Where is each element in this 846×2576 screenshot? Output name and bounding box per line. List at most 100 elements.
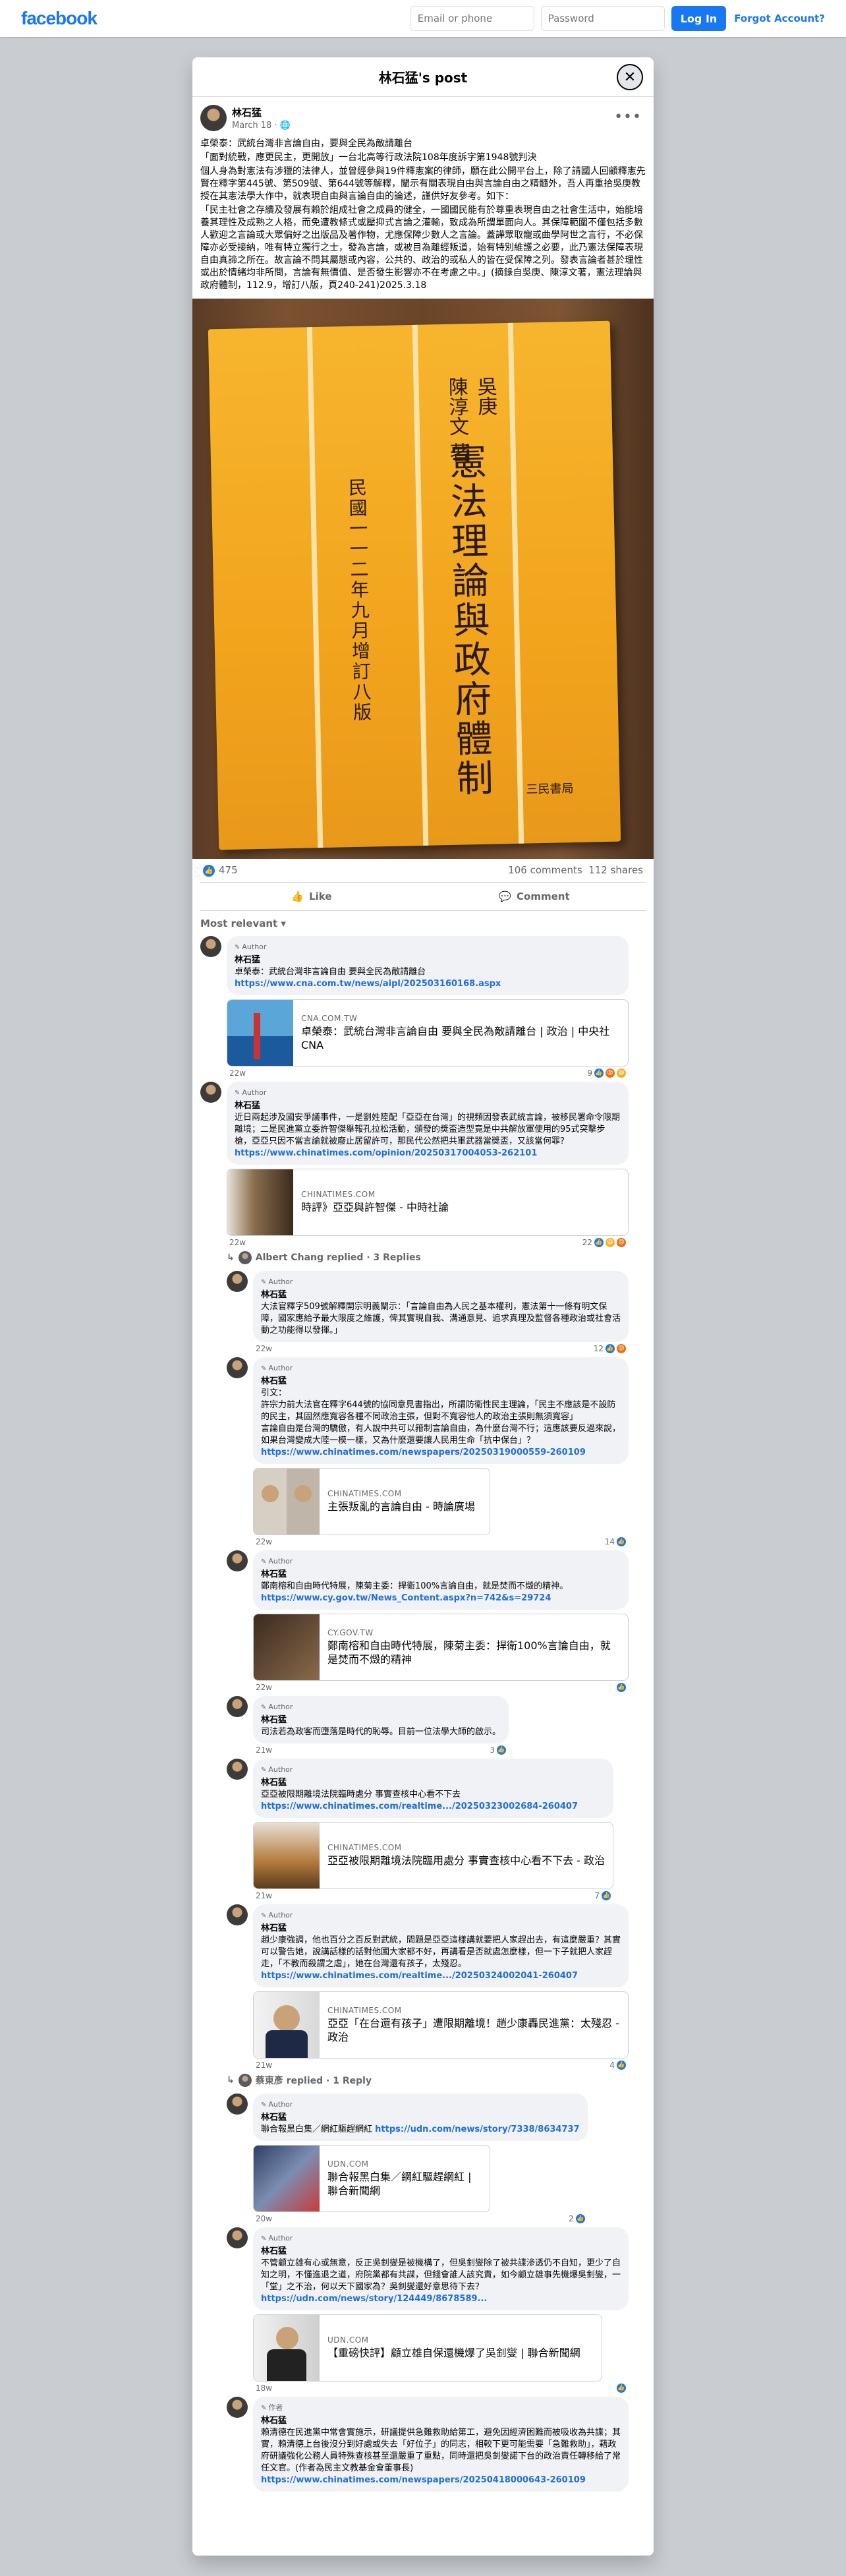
reply-arrow-icon: ↳ — [227, 2074, 235, 2086]
comment-author[interactable]: 林石猛 — [235, 954, 621, 966]
author-badge: ✎ Author — [261, 2099, 293, 2109]
comment-count[interactable]: 106 comments — [508, 864, 582, 876]
comment-bubble: ✎ Author 林石猛 趙少康強調，他也百分之百反對武統，問題是亞亞這樣講就要把… — [253, 1904, 629, 1987]
comment-link[interactable]: https://www.chinatimes.com/realtime.../2… — [261, 1970, 621, 1982]
comment: ✎ 作者 林石猛 賴清德在民進黨中常會實施示，研議提供急難救助給第工，避免因經濟困… — [227, 2396, 646, 2492]
comment-author[interactable]: 林石猛 — [261, 1714, 501, 1726]
post-stats: 👍 475 106 comments 112 shares — [192, 859, 654, 882]
reactions[interactable]: 2 👍 — [569, 2213, 585, 2223]
comment-link[interactable]: https://udn.com/news/story/124449/867858… — [261, 2293, 621, 2305]
author-badge: ✎ Author — [261, 1910, 293, 1919]
login-button[interactable]: Log In — [671, 6, 727, 31]
share-count[interactable]: 112 shares — [588, 864, 643, 876]
comment-time[interactable]: 22w — [256, 1683, 272, 1692]
avatar[interactable] — [200, 1081, 221, 1103]
comment-author[interactable]: 林石猛 — [261, 2246, 621, 2258]
comment-time[interactable]: 22w — [229, 1238, 246, 1247]
avatar[interactable] — [227, 1695, 248, 1717]
comment-time[interactable]: 21w — [256, 2061, 272, 2070]
comment-link[interactable]: https://www.chinatimes.com/newspapers/20… — [261, 2474, 621, 2486]
comment-time[interactable]: 18w — [256, 2384, 272, 2393]
reactions[interactable]: 9 👍 😡 😆 — [587, 1068, 626, 1078]
comment-author[interactable]: 林石猛 — [261, 1289, 621, 1301]
reactions[interactable]: 22 👍 😆 😡 — [582, 1237, 626, 1247]
author-badge: ✎ Author — [261, 2233, 293, 2242]
avatar[interactable] — [227, 2227, 248, 2248]
link-preview-card[interactable]: UDN.COM 聯合報黑白集／網紅驅趕網紅 | 聯合新聞網 — [253, 2144, 490, 2212]
post-paragraph: 卓榮泰：武統台灣非言論自由，要與全民為敵請離台 — [200, 138, 412, 149]
author-badge: ✎ Author — [235, 1088, 267, 1097]
comment-link[interactable]: https://udn.com/news/story/7338/8634737 — [375, 2124, 579, 2134]
pen-icon: ✎ — [261, 1703, 267, 1711]
link-preview-card[interactable]: CHINATIMES.COM 主張叛亂的言論自由 - 時論廣場 — [253, 1467, 490, 1535]
avatar[interactable] — [227, 1357, 248, 1378]
comment-time[interactable]: 22w — [256, 1537, 272, 1546]
comment-text: 近日兩起涉及國安爭議事件，一是劉姓陸配「亞亞在台灣」的視頻因發表武統言論，被移民… — [235, 1112, 621, 1146]
like-count[interactable]: 475 — [219, 864, 238, 876]
like-reaction-icon: 👍 — [203, 864, 215, 877]
comment-text: 聯合報黑白集／網紅驅趕網紅 — [261, 2124, 373, 2134]
email-field[interactable] — [410, 6, 534, 31]
comment-author[interactable]: 林石猛 — [261, 1777, 606, 1789]
avatar[interactable] — [227, 1270, 248, 1292]
link-preview-card[interactable]: UDN.COM 【重磅快評】顧立雄自保還機爆了吳釗燮 | 聯合新聞網 — [253, 2314, 602, 2382]
link-preview-card[interactable]: CHINATIMES.COM 亞亞被限期離境法院臨用處分 事實查核中心看不下去 -… — [253, 1821, 614, 1889]
reactions[interactable]: 14 👍 — [605, 1537, 626, 1546]
comment-text: 大法官釋字509號解釋開宗明義闡示：「言論自由為人民之基本權利，憲法第十一條有明… — [261, 1301, 621, 1335]
comment-author[interactable]: 林石猛 — [261, 1569, 621, 1581]
reactions[interactable]: 12 👍 😡 — [594, 1343, 626, 1353]
comment-link[interactable]: https://www.cna.com.tw/news/aipl/2025031… — [235, 978, 621, 990]
post-photo[interactable]: 吳庚 陳淳文 著 憲法理論與政府體制 民國一一二年九月增訂八版 三民書局 — [192, 299, 654, 859]
view-replies-link[interactable]: ↳ Albert Chang replied · 3 Replies — [227, 1250, 646, 1264]
comment-author[interactable]: 林石猛 — [235, 1100, 621, 1112]
more-options-icon[interactable]: ••• — [614, 109, 642, 125]
comment-time[interactable]: 21w — [256, 1891, 272, 1900]
reactions[interactable]: 3 👍 — [490, 1745, 507, 1755]
comment-time[interactable]: 22w — [229, 1068, 246, 1078]
comment-link[interactable]: https://www.chinatimes.com/opinion/20250… — [235, 1148, 621, 1159]
comment-author[interactable]: 林石猛 — [261, 1923, 621, 1935]
password-field[interactable] — [540, 6, 665, 31]
avatar[interactable] — [200, 935, 221, 957]
link-preview-card[interactable]: CHINATIMES.COM 亞亞「在台還有孩子」遭限期離境！趙少康轟民進黨：太殘… — [253, 1991, 629, 2059]
post-author[interactable]: 林石猛 — [232, 105, 291, 119]
comment-link[interactable]: https://www.chinatimes.com/newspapers/20… — [261, 1447, 621, 1459]
link-preview-card[interactable]: CNA.COM.TW 卓榮泰：武統台灣非言論自由 要與全民為敵請離台 | 政治 |… — [227, 999, 629, 1067]
link-thumbnail — [254, 1991, 320, 2058]
forgot-account-link[interactable]: Forgot Account? — [734, 13, 825, 24]
avatar[interactable] — [227, 1758, 248, 1780]
avatar[interactable] — [227, 1904, 248, 1925]
avatar[interactable] — [227, 2396, 248, 2418]
comment-link[interactable]: https://www.chinatimes.com/realtime.../2… — [261, 1801, 606, 1813]
pen-icon: ✎ — [261, 1364, 267, 1372]
reactions[interactable]: 👍 — [617, 1682, 626, 1692]
reactions[interactable]: 4 👍 — [609, 2060, 626, 2070]
reactions[interactable]: 👍 — [617, 2383, 626, 2393]
like-button[interactable]: 👍 Like — [200, 883, 423, 910]
avatar[interactable] — [227, 2093, 248, 2115]
avatar[interactable] — [200, 105, 227, 131]
link-preview-card[interactable]: CY.GOV.TW 鄭南榕和自由時代特展，陳菊主委：捍衛100%言論自由，就是焚而… — [253, 1613, 629, 1681]
view-replies-link[interactable]: ↳ 蔡東彥 replied · 1 Reply — [227, 2073, 646, 2087]
comment-time[interactable]: 21w — [256, 1745, 272, 1755]
comment-button[interactable]: 💬 Comment — [423, 883, 646, 910]
comment-time[interactable]: 20w — [256, 2214, 272, 2223]
comment-meta: 22w 14 👍 — [253, 1535, 629, 1546]
comment-text: 鄭南榕和自由時代特展，陳菊主委：捍衛100%言論自由，就是焚而不燬的精神。 — [261, 1581, 569, 1591]
comment-sort-dropdown[interactable]: Most relevant ▾ — [192, 911, 654, 936]
reactions[interactable]: 7 👍 — [594, 1890, 611, 1900]
comment-author[interactable]: 林石猛 — [261, 2415, 621, 2427]
avatar[interactable] — [227, 1550, 248, 1571]
comment-link[interactable]: https://www.cy.gov.tw/News_Content.aspx?… — [261, 1593, 621, 1604]
comment-author[interactable]: 林石猛 — [261, 2112, 580, 2124]
close-icon[interactable]: ✕ — [617, 64, 643, 90]
author-badge: ✎ Author — [261, 1277, 293, 1286]
link-title: 鄭南榕和自由時代特展，陳菊主委：捍衛100%言論自由，就是焚而不燬的精神 — [327, 1639, 611, 1666]
comment-author[interactable]: 林石猛 — [261, 1376, 621, 1388]
post-paragraph: 個人身為對憲法有涉獵的法律人，並曾經參與19件釋憲案的律師，願在此公開平台上，除… — [200, 166, 646, 202]
link-preview-card[interactable]: CHINATIMES.COM 時評》亞亞與許智傑 - 中時社論 — [227, 1168, 629, 1236]
facebook-logo[interactable]: facebook — [21, 8, 98, 29]
pen-icon: ✎ — [261, 1278, 267, 1286]
comment-time[interactable]: 22w — [256, 1344, 272, 1353]
post-date[interactable]: March 18 — [232, 121, 271, 131]
